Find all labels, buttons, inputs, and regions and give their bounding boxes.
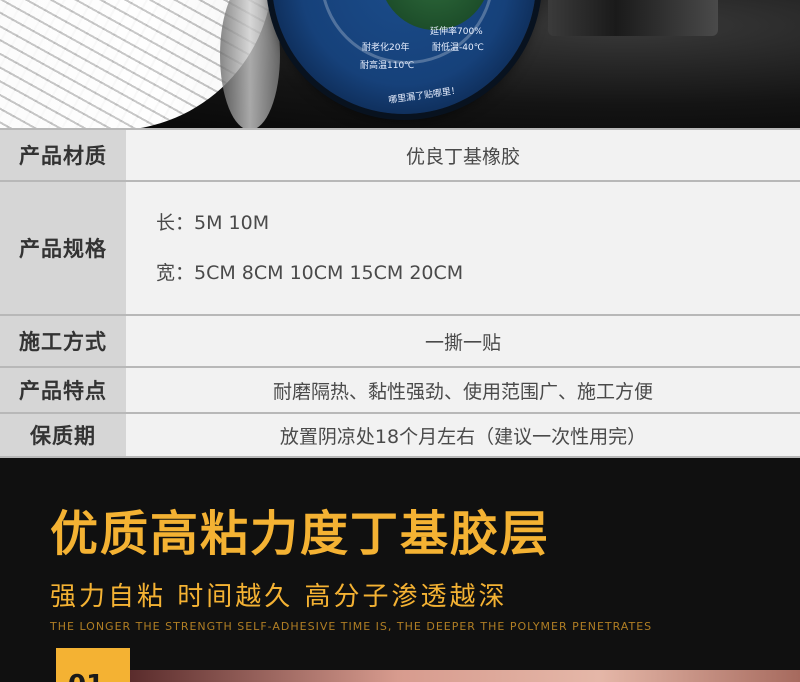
foil-tape-edge (220, 0, 280, 128)
spec-row-application: 施工方式 一撕一贴 (0, 314, 800, 366)
spec-row-features: 产品特点 耐磨隔热、黏性强劲、使用范围广、施工方便 (0, 366, 800, 412)
spec-label: 施工方式 (0, 316, 126, 366)
roll-text-high-temp: 耐高温110℃ (360, 61, 415, 71)
spec-value-length: 长：5M 10M (156, 212, 270, 234)
spec-value: 长：5M 10M 宽：5CM 8CM 10CM 15CM 20CM (126, 182, 800, 314)
section-number: 01 (68, 670, 104, 682)
product-photo: 耐老化20年 延伸率700% 耐高温110℃ 耐低温-40℃ 哪里漏了贴哪里！ (0, 0, 800, 128)
spec-label: 产品材质 (0, 130, 126, 180)
detail-photo (130, 670, 800, 682)
spec-row-material: 产品材质 优良丁基橡胶 (0, 128, 800, 180)
spec-value: 放置阴凉处18个月左右（建议一次性用完） (126, 414, 800, 456)
spec-value: 耐磨隔热、黏性强劲、使用范围广、施工方便 (126, 368, 800, 412)
spec-label: 保质期 (0, 414, 126, 456)
spec-label: 产品特点 (0, 368, 126, 412)
tape-edge-strip (548, 0, 718, 36)
spec-label: 产品规格 (0, 182, 126, 314)
promo-section: 优质高粘力度丁基胶层 强力自粘 时间越久 高分子渗透越深 THE LONGER … (0, 458, 800, 682)
spec-value: 一撕一贴 (126, 316, 800, 366)
promo-subheadline: 强力自粘 时间越久 高分子渗透越深 (50, 582, 508, 612)
roll-text-elongation: 延伸率700% (430, 27, 483, 37)
roll-text-aging: 耐老化20年 (362, 43, 410, 53)
spec-row-size: 产品规格 长：5M 10M 宽：5CM 8CM 10CM 15CM 20CM (0, 180, 800, 314)
spec-value-width: 宽：5CM 8CM 10CM 15CM 20CM (156, 262, 464, 284)
spec-row-shelf-life: 保质期 放置阴凉处18个月左右（建议一次性用完） (0, 412, 800, 456)
spec-value: 优良丁基橡胶 (126, 130, 800, 180)
spec-table: 产品材质 优良丁基橡胶 产品规格 长：5M 10M 宽：5CM 8CM 10CM… (0, 128, 800, 458)
promo-headline: 优质高粘力度丁基胶层 (50, 506, 551, 562)
promo-english-caption: THE LONGER THE STRENGTH SELF-ADHESIVE TI… (50, 620, 653, 633)
roll-text-low-temp: 耐低温-40℃ (432, 43, 484, 53)
